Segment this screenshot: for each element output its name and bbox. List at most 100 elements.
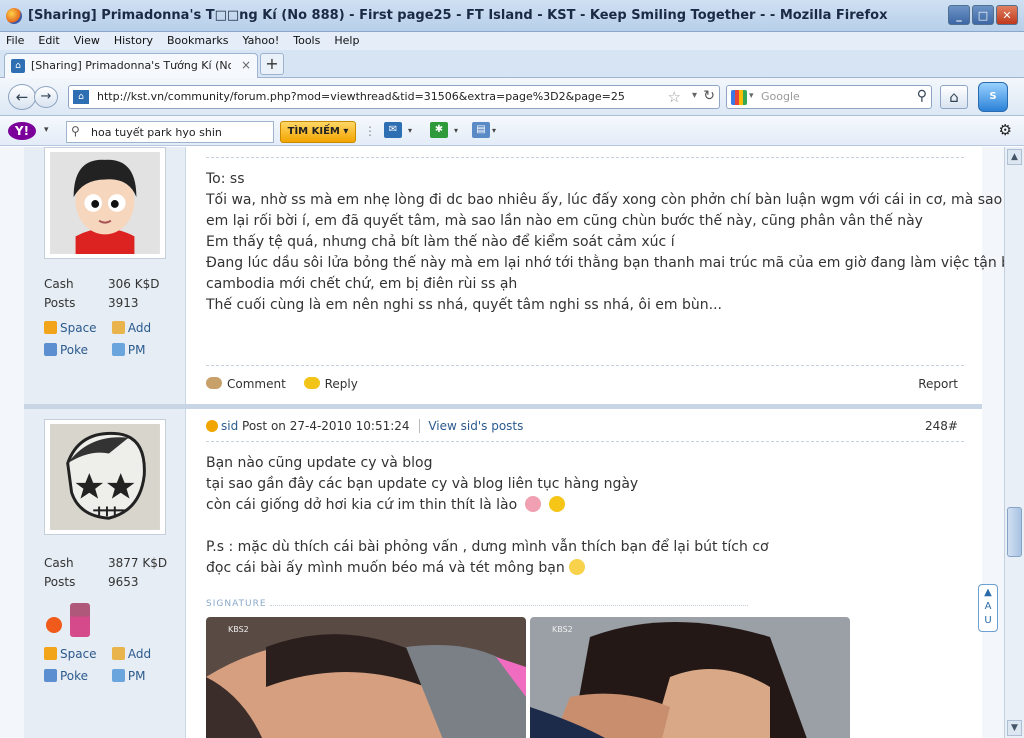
author-link[interactable]: sid [221, 419, 238, 433]
yahoo-logo-icon[interactable]: Y! [8, 122, 36, 140]
poke-link[interactable]: Poke [44, 669, 108, 683]
pm-link[interactable]: PM [111, 343, 176, 357]
reply-button[interactable]: Reply [303, 377, 358, 391]
search-icon[interactable]: ⚲ [917, 88, 927, 104]
site-favicon-icon: ⌂ [11, 59, 25, 73]
message-line: còn cái giống dở hơi kia cứ im thin thít… [206, 495, 976, 516]
signature-divider: SIGNATURE [206, 599, 748, 609]
cup-icon[interactable]: U [981, 615, 995, 626]
avatar[interactable] [44, 147, 166, 259]
yahoo-search-value: hoa tuyết park hyo shin [91, 126, 222, 139]
tab-current[interactable]: ⌂ [Sharing] Primadonna's Tướng Kí (No 88… [4, 53, 258, 78]
side-toolbar-widget[interactable]: ▲ A U [978, 584, 998, 632]
pouting-smiley-icon [525, 496, 542, 512]
bookmark-star-icon[interactable]: ☆ [668, 88, 681, 106]
menu-view[interactable]: View [74, 32, 100, 50]
firefox-icon [6, 8, 22, 24]
page-content: Cash 306 K$D Posts 3913 Space Add Poke PM … [0, 147, 1004, 738]
message-line: Em thấy tệ quá, nhưng chả bít làm thế nà… [206, 234, 675, 250]
flower-medal-icon [46, 617, 62, 633]
skull-avatar-icon [50, 424, 160, 530]
mail-dropdown-icon[interactable]: ▾ [408, 126, 412, 135]
menu-tools[interactable]: Tools [293, 32, 320, 50]
forward-button[interactable]: → [34, 86, 58, 108]
star-icon[interactable]: ✱ [430, 122, 448, 138]
message-line: Bạn nào cũng update cy và blog [206, 455, 433, 471]
medals [46, 603, 90, 640]
comment-button[interactable]: Comment [206, 377, 286, 391]
url-text: http://kst.vn/community/forum.php?mod=vi… [97, 90, 625, 103]
url-dropdown-icon[interactable]: ▾ [692, 90, 697, 101]
message-line: P.s : mặc dù thích cái bài phỏng vấn , d… [206, 539, 769, 555]
yahoo-search-input[interactable]: ⚲ hoa tuyết park hyo shin [66, 121, 274, 143]
reload-icon[interactable]: ↻ [703, 88, 715, 104]
site-identity-icon: ⌂ [73, 90, 89, 104]
space-link[interactable]: Space [44, 647, 108, 661]
divider [206, 157, 964, 158]
yahoo-toolbar: Y! ▾ ⚲ hoa tuyết park hyo shin TÌM KIẾM … [0, 116, 1024, 146]
cash-stat: Cash 306 K$D [44, 277, 160, 291]
mail-icon[interactable]: ✉ [384, 122, 402, 138]
tab-close-icon[interactable]: × [241, 58, 251, 72]
search-bar[interactable]: ▾ Google ⚲ [726, 85, 932, 109]
skype-icon[interactable]: S [978, 82, 1008, 112]
add-friend-link[interactable]: Add [111, 647, 176, 661]
poke-link[interactable]: Poke [44, 343, 108, 357]
menu-yahoo[interactable]: Yahoo! [242, 32, 279, 50]
divider [206, 365, 964, 366]
search-icon: ⚲ [71, 124, 80, 138]
menu-help[interactable]: Help [334, 32, 359, 50]
new-tab-button[interactable]: + [260, 53, 284, 75]
signature-image: KBS2 [206, 617, 526, 738]
report-button[interactable]: Report [918, 377, 958, 391]
post1-body: To: ss Tối wa, nhờ ss mà em nhẹ lòng đi … [186, 147, 1004, 405]
letter-icon[interactable]: A [981, 601, 995, 612]
music-medal-icon [69, 603, 90, 637]
kbs-watermark: KBS2 [228, 625, 249, 634]
document-icon[interactable]: ▤ [472, 122, 490, 138]
document-dropdown-icon[interactable]: ▾ [492, 126, 496, 135]
menu-bar: File Edit View History Bookmarks Yahoo! … [0, 32, 1024, 50]
search-placeholder: Google [761, 90, 800, 103]
post2-body: sid Post on 27-4-2010 10:51:24 View sid'… [186, 409, 982, 738]
signature-photo-hug-icon [530, 617, 850, 738]
gear-icon[interactable]: ⚙ [999, 121, 1012, 139]
handshake-icon [111, 321, 125, 334]
maximize-button[interactable]: □ [972, 5, 994, 25]
menu-file[interactable]: File [6, 32, 24, 50]
window-title: [Sharing] Primadonna's T□□ng Kí (No 888)… [28, 8, 888, 23]
arrow-up-icon[interactable]: ▲ [981, 587, 995, 598]
divider [206, 441, 964, 442]
avatar[interactable] [44, 419, 166, 535]
close-button[interactable]: ✕ [996, 5, 1018, 25]
yahoo-dropdown-icon[interactable]: ▾ [44, 125, 49, 135]
tab-label: [Sharing] Primadonna's Tướng Kí (No 888)… [31, 59, 231, 72]
vertical-scrollbar[interactable]: ▲ ▼ [1004, 147, 1024, 738]
reply-icon [303, 377, 320, 389]
url-bar[interactable]: ⌂ http://kst.vn/community/forum.php?mod=… [68, 85, 720, 109]
menu-edit[interactable]: Edit [38, 32, 59, 50]
back-button[interactable]: ← [8, 84, 36, 110]
search-engine-dropdown-icon[interactable]: ▾ [749, 91, 754, 101]
scroll-thumb[interactable] [1007, 507, 1022, 557]
menu-bookmarks[interactable]: Bookmarks [167, 32, 228, 50]
mail-icon [111, 669, 125, 682]
menu-history[interactable]: History [114, 32, 153, 50]
post-number[interactable]: 248# [925, 419, 958, 433]
add-friend-link[interactable]: Add [111, 321, 176, 335]
minimize-button[interactable]: _ [948, 5, 970, 25]
star-dropdown-icon[interactable]: ▾ [454, 126, 458, 135]
yahoo-search-button[interactable]: TÌM KIẾM ▾ [280, 121, 356, 143]
message-line: em lại rối bời í, em đã quyết tâm, mà sa… [206, 213, 923, 229]
space-link[interactable]: Space [44, 321, 108, 335]
pm-link[interactable]: PM [111, 669, 176, 683]
google-icon[interactable] [731, 90, 747, 105]
scroll-down-icon[interactable]: ▼ [1007, 720, 1022, 736]
cash-stat: Cash 3877 K$D [44, 556, 168, 570]
cartoon-boy-avatar-icon [50, 152, 160, 254]
view-posts-link[interactable]: View sid's posts [419, 419, 524, 433]
tab-bar: ⌂ [Sharing] Primadonna's Tướng Kí (No 88… [0, 50, 1024, 78]
scroll-up-icon[interactable]: ▲ [1007, 149, 1022, 165]
home-button[interactable]: ⌂ [940, 85, 968, 109]
